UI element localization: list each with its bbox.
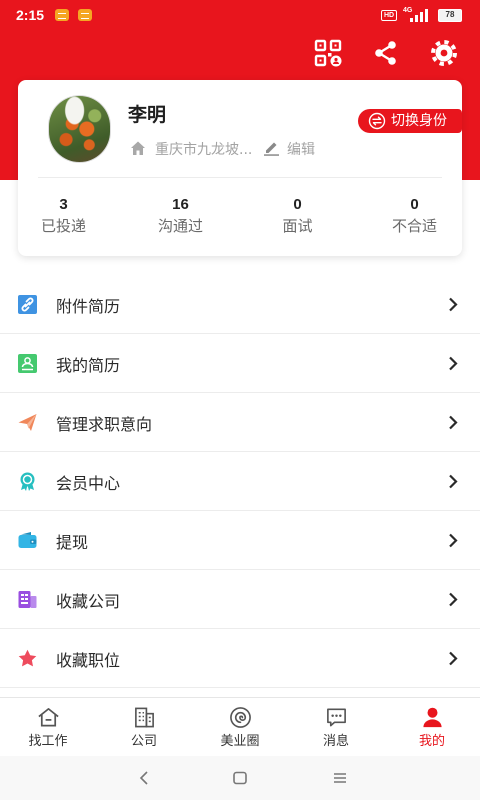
notification-icon xyxy=(55,9,69,21)
stat-interview[interactable]: 0 面试 xyxy=(239,195,356,236)
home-button-icon[interactable] xyxy=(231,769,249,787)
stat-label: 已投递 xyxy=(40,217,86,235)
tab-label: 我的 xyxy=(418,734,445,749)
menu-item-label: 收藏公司 xyxy=(56,592,121,611)
home-icon xyxy=(131,141,145,155)
location-row: 重庆市九龙坡... 编辑 xyxy=(130,139,360,159)
chevron-right-icon xyxy=(449,415,458,430)
chevron-right-icon xyxy=(449,474,458,489)
menu-item-my-resume[interactable]: 我的简历 xyxy=(0,334,480,393)
tab-label: 公司 xyxy=(130,734,157,749)
chevron-right-icon xyxy=(449,533,458,548)
stat-value: 0 xyxy=(293,196,302,213)
menu-item-favorite-jobs[interactable]: 收藏职位 xyxy=(0,629,480,688)
tab-messages[interactable]: 消息 xyxy=(288,698,384,756)
battery-icon: 78 xyxy=(438,9,462,22)
link-icon xyxy=(18,295,37,314)
qr-code-icon xyxy=(314,39,342,67)
chevron-right-icon xyxy=(449,356,458,371)
menu-item-label: 我的简历 xyxy=(56,356,121,375)
tab-label: 找工作 xyxy=(28,734,68,749)
menu-item-attachment-resume[interactable]: 附件简历 xyxy=(0,275,480,334)
star-icon xyxy=(18,649,37,667)
person-icon xyxy=(423,707,442,728)
stat-value: 0 xyxy=(410,196,419,213)
stat-communicated[interactable]: 16 沟通过 xyxy=(122,195,239,236)
switch-identity-label: 切换身份 xyxy=(391,113,447,129)
share-icon xyxy=(375,41,396,65)
tab-company[interactable]: 公司 xyxy=(96,698,192,756)
stat-value: 16 xyxy=(172,196,189,213)
battery-level: 78 xyxy=(445,10,455,19)
tab-beauty-circle[interactable]: 美业圈 xyxy=(192,698,288,756)
menu-item-label: 管理求职意向 xyxy=(56,415,153,434)
award-icon xyxy=(20,472,35,491)
signal-icon xyxy=(410,9,428,22)
stat-value: 3 xyxy=(59,196,68,213)
menu-item-favorite-companies[interactable]: 收藏公司 xyxy=(0,570,480,629)
edit-icon[interactable] xyxy=(263,139,280,156)
menu-item-label: 会员中心 xyxy=(56,474,121,493)
menu-list: 附件简历 我的简历 管理求职意向 会员中心 提现 收藏公司 收藏职位 xyxy=(0,275,480,688)
stat-label: 不合适 xyxy=(391,217,437,235)
stats-row: 3 已投递 16 沟通过 0 面试 0 不合适 xyxy=(5,195,473,236)
paper-plane-icon xyxy=(18,414,37,431)
menu-icon[interactable] xyxy=(331,769,349,787)
qr-code-button[interactable] xyxy=(314,39,342,67)
chevron-right-icon xyxy=(449,297,458,312)
tab-label: 消息 xyxy=(322,734,349,749)
location-text: 重庆市九龙坡... xyxy=(155,142,253,158)
home-icon xyxy=(38,708,59,727)
menu-item-withdraw[interactable]: 提现 xyxy=(0,511,480,570)
tab-mine[interactable]: 我的 xyxy=(384,698,480,756)
status-bar: 2:15 HD 4G 78 xyxy=(0,0,480,30)
menu-item-label: 提现 xyxy=(56,533,89,552)
share-button[interactable] xyxy=(372,39,400,67)
building-icon xyxy=(135,707,154,728)
tab-label: 美业圈 xyxy=(220,734,260,749)
notification-icon xyxy=(78,9,92,21)
company-icon xyxy=(18,591,37,608)
menu-item-job-intention[interactable]: 管理求职意向 xyxy=(0,393,480,452)
chevron-right-icon xyxy=(449,592,458,607)
swap-icon xyxy=(368,112,386,130)
message-icon xyxy=(327,708,346,727)
resume-icon xyxy=(18,354,37,373)
stat-unsuitable[interactable]: 0 不合适 xyxy=(356,195,473,236)
user-name: 李明 xyxy=(128,104,167,126)
stat-applied[interactable]: 3 已投递 xyxy=(5,195,122,236)
stat-label: 面试 xyxy=(282,217,313,235)
bottom-tab-bar: 找工作 公司 美业圈 消息 我的 xyxy=(0,697,480,756)
menu-item-member-center[interactable]: 会员中心 xyxy=(0,452,480,511)
status-time: 2:15 xyxy=(16,7,45,23)
circle-icon xyxy=(230,707,251,728)
back-icon[interactable] xyxy=(135,769,153,787)
edit-link[interactable]: 编辑 xyxy=(287,139,315,159)
tab-find-job[interactable]: 找工作 xyxy=(0,698,96,756)
chevron-right-icon xyxy=(449,651,458,666)
settings-button[interactable] xyxy=(430,39,458,67)
switch-identity-button[interactable]: 切换身份 xyxy=(358,109,462,133)
avatar[interactable] xyxy=(48,95,111,163)
wallet-icon xyxy=(18,532,37,548)
hd-indicator: HD xyxy=(381,10,398,21)
system-nav-bar xyxy=(0,756,480,800)
settings-icon xyxy=(431,40,457,66)
menu-item-label: 收藏职位 xyxy=(56,651,121,670)
divider xyxy=(38,177,442,178)
stat-label: 沟通过 xyxy=(157,217,203,235)
menu-item-label: 附件简历 xyxy=(56,297,121,316)
